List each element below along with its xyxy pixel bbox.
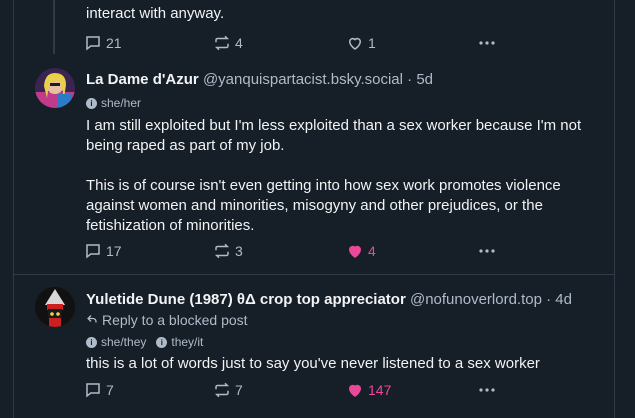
repost-icon (213, 381, 231, 399)
post-text: interact with anyway. (86, 5, 225, 22)
post-paragraph: this is a lot of words just to say you'v… (86, 355, 540, 372)
repost-icon (213, 34, 231, 52)
repost-button[interactable]: 4 (213, 34, 243, 52)
like-button[interactable]: 1 (346, 34, 376, 52)
post-header: La Dame d'Azur @yanquispartacist.bsky.so… (86, 71, 433, 88)
post-text: I am still exploited but I'm less exploi… (86, 116, 606, 236)
post-feed: interact with anyway. 21 4 1 La Dame d'A… (13, 0, 615, 418)
pronoun-label: she/they (101, 335, 147, 349)
avatar[interactable] (35, 68, 75, 108)
reply-button[interactable]: 17 (84, 242, 122, 260)
feed-post[interactable]: Yuletide Dune (1987) θΔ crop top appreci… (14, 275, 614, 418)
feed-post[interactable]: La Dame d'Azur @yanquispartacist.bsky.so… (14, 58, 614, 274)
repost-button[interactable]: 3 (213, 242, 243, 260)
heart-icon (346, 242, 364, 260)
like-count: 1 (368, 35, 376, 51)
post-actions: 17 3 4 (84, 240, 504, 262)
pronouns: i she/they i they/it (86, 335, 209, 349)
reply-count: 17 (106, 243, 122, 259)
repost-icon (213, 242, 231, 260)
repost-button[interactable]: 7 (213, 381, 243, 399)
like-button[interactable]: 4 (346, 242, 376, 260)
reply-count: 7 (106, 382, 114, 398)
more-options-button[interactable] (476, 242, 498, 260)
reply-count: 21 (106, 35, 122, 51)
info-icon: i (86, 97, 97, 109)
repost-count: 3 (235, 243, 243, 259)
pronoun-tag: i she/her (86, 96, 141, 110)
like-count: 4 (368, 243, 376, 259)
post-actions: 21 4 1 (84, 32, 504, 54)
pronoun-tag: i she/they (86, 335, 146, 349)
author-handle[interactable]: @yanquispartacist.bsky.social (203, 71, 403, 88)
more-options-button[interactable] (476, 381, 498, 399)
more-icon (476, 242, 498, 260)
pronoun-label: she/her (101, 96, 142, 110)
post-paragraph: I am still exploited but I'm less exploi… (86, 117, 582, 154)
post-header: Yuletide Dune (1987) θΔ crop top appreci… (86, 291, 572, 308)
reply-arrow-icon (86, 312, 98, 328)
repost-count: 4 (235, 35, 243, 51)
pronoun-tag: i they/it (156, 335, 203, 349)
post-timestamp[interactable]: 4d (555, 291, 572, 308)
avatar[interactable] (35, 287, 75, 327)
heart-icon (346, 34, 364, 52)
reply-icon (84, 34, 102, 52)
info-icon: i (156, 336, 168, 348)
reply-icon (84, 381, 102, 399)
reply-context[interactable]: Reply to a blocked post (86, 312, 248, 328)
post-actions: 7 7 147 (84, 379, 504, 401)
reply-button[interactable]: 7 (84, 381, 114, 399)
reply-context-label: Reply to a blocked post (102, 312, 248, 328)
feed-post[interactable]: interact with anyway. 21 4 1 (14, 0, 614, 58)
separator: · (407, 71, 413, 88)
more-icon (476, 34, 498, 52)
info-icon: i (86, 336, 97, 348)
author-handle[interactable]: @nofunoverlord.top (410, 291, 542, 308)
separator: · (546, 291, 552, 308)
author-display-name[interactable]: Yuletide Dune (1987) θΔ crop top appreci… (86, 291, 406, 308)
reply-button[interactable]: 21 (84, 34, 122, 52)
reply-icon (84, 242, 102, 260)
pronouns: i she/her (86, 96, 147, 110)
like-count: 147 (368, 382, 392, 398)
author-display-name[interactable]: La Dame d'Azur (86, 71, 199, 88)
repost-count: 7 (235, 382, 243, 398)
more-options-button[interactable] (476, 34, 498, 52)
pronoun-label: they/it (171, 335, 204, 349)
post-paragraph: This is of course isn't even getting int… (86, 177, 561, 234)
heart-icon (346, 381, 364, 399)
post-timestamp[interactable]: 5d (416, 71, 433, 88)
post-text: this is a lot of words just to say you'v… (86, 354, 606, 374)
thread-line (53, 0, 55, 54)
more-icon (476, 381, 498, 399)
like-button[interactable]: 147 (346, 381, 391, 399)
